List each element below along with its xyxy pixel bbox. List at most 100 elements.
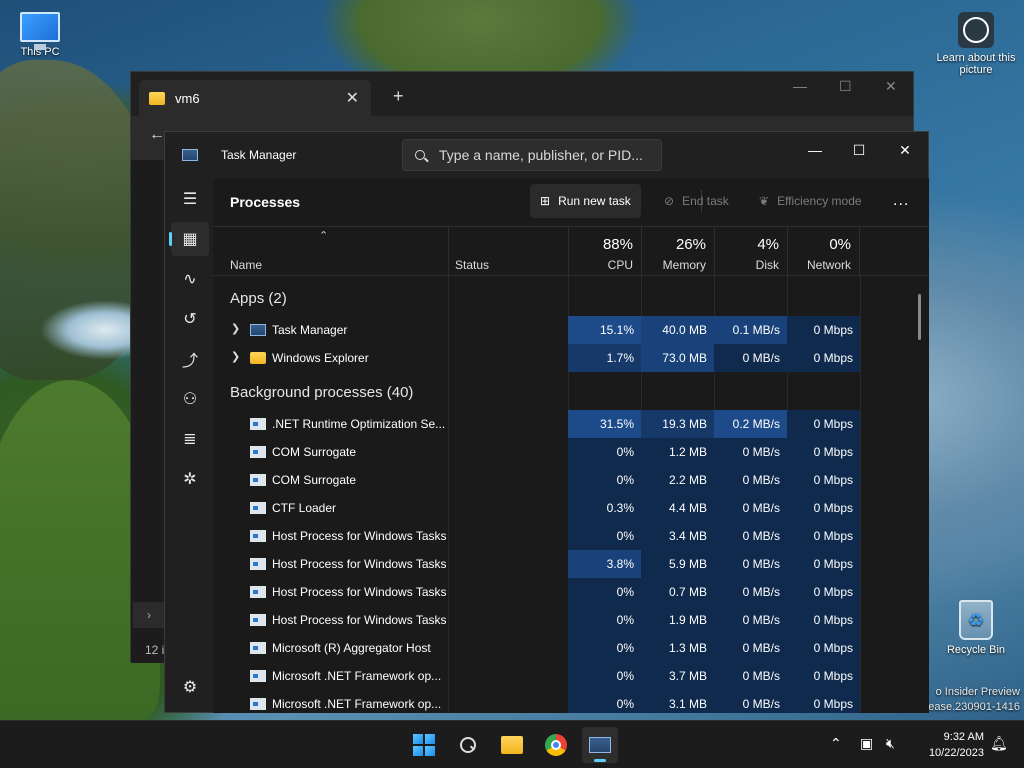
minimize-button[interactable]: — xyxy=(793,78,807,94)
cpu-cell: 15.1% xyxy=(568,316,641,344)
table-row[interactable]: Host Process for Windows Tasks 3.8% 5.9 … xyxy=(213,550,929,578)
chevron-right-icon[interactable]: › xyxy=(133,602,165,628)
cpu-cell: 0% xyxy=(568,690,641,713)
file-explorer-icon xyxy=(501,736,523,754)
search-box[interactable] xyxy=(402,139,662,171)
end-task-button[interactable]: ⊘ End task xyxy=(654,184,739,218)
network-cell: 0 Mbps xyxy=(787,662,860,690)
show-hidden-icons-chevron-icon[interactable]: ⌃ xyxy=(830,735,842,752)
navigation-rail: ☰ ▦ ∿ ↺ ⤴ ⚇ ≣ ✲ ⚙ xyxy=(165,178,213,713)
tab-vm6[interactable]: vm6 ✕ xyxy=(139,80,371,116)
settings-gear-icon[interactable]: ⚙ xyxy=(171,670,209,704)
memory-cell: 3.7 MB xyxy=(641,662,714,690)
table-row[interactable]: Microsoft .NET Framework op... 0% 3.1 MB… xyxy=(213,690,929,713)
volume-muted-icon[interactable]: 🔇︎ xyxy=(886,735,895,752)
network-icon[interactable]: ▣ xyxy=(860,735,873,752)
camera-info-icon xyxy=(958,12,994,48)
taskbar-file-explorer[interactable] xyxy=(494,727,530,763)
table-row[interactable]: Host Process for Windows Tasks 0% 0.7 MB… xyxy=(213,578,929,606)
services-icon[interactable]: ✲ xyxy=(171,462,209,496)
more-options-icon[interactable]: ... xyxy=(893,192,909,210)
search-icon xyxy=(460,737,476,753)
table-row[interactable]: CTF Loader 0.3% 4.4 MB 0 MB/s 0 Mbps xyxy=(213,494,929,522)
memory-cell: 1.9 MB xyxy=(641,606,714,634)
startup-apps-icon[interactable]: ⤴ xyxy=(171,342,209,376)
task-manager-icon xyxy=(182,149,198,161)
task-manager-window[interactable]: Task Manager — ☐ ✕ ☰ ▦ ∿ ↺ ⤴ ⚇ ≣ ✲ ⚙ Pro… xyxy=(164,131,929,713)
memory-cell: 1.3 MB xyxy=(641,634,714,662)
details-icon[interactable]: ≣ xyxy=(171,422,209,456)
network-cell: 0 Mbps xyxy=(787,578,860,606)
network-total: 0% xyxy=(829,236,851,253)
table-row[interactable]: COM Surrogate 0% 2.2 MB 0 MB/s 0 Mbps xyxy=(213,466,929,494)
users-icon[interactable]: ⚇ xyxy=(171,382,209,416)
desktop-icon-this-pc[interactable]: This PC xyxy=(2,12,78,58)
start-button[interactable] xyxy=(406,727,442,763)
close-button[interactable]: ✕ xyxy=(883,136,927,164)
column-status-label: Status xyxy=(455,258,490,272)
time: 9:32 AM xyxy=(943,731,984,743)
task-manager-icon xyxy=(250,324,266,336)
network-cell: 0 Mbps xyxy=(787,550,860,578)
process-icon xyxy=(250,642,266,654)
process-name: Host Process for Windows Tasks xyxy=(272,529,447,543)
network-cell: 0 Mbps xyxy=(787,344,860,372)
cpu-cell: 0% xyxy=(568,466,641,494)
maximize-button[interactable]: ☐ xyxy=(839,78,852,95)
back-arrow-icon[interactable]: ← xyxy=(149,126,165,144)
taskbar-task-manager[interactable] xyxy=(582,727,618,763)
navigation-pane xyxy=(131,160,165,663)
desktop-icon-learn-about-picture[interactable]: Learn about this picture xyxy=(936,12,1016,76)
table-row[interactable]: Host Process for Windows Tasks 0% 3.4 MB… xyxy=(213,522,929,550)
table-row[interactable]: Host Process for Windows Tasks 0% 1.9 MB… xyxy=(213,606,929,634)
tab-title: vm6 xyxy=(175,90,200,106)
close-button[interactable]: ✕ xyxy=(885,78,897,95)
performance-icon[interactable]: ∿ xyxy=(171,262,209,296)
process-icon xyxy=(250,530,266,542)
table-row[interactable]: .NET Runtime Optimization Se... 31.5% 19… xyxy=(213,410,929,438)
disk-cell: 0 MB/s xyxy=(714,662,787,690)
hamburger-menu-icon[interactable]: ☰ xyxy=(171,182,209,216)
expand-chevron-icon[interactable]: ❯ xyxy=(231,322,240,335)
minimize-button[interactable]: — xyxy=(793,136,837,164)
maximize-button[interactable]: ☐ xyxy=(837,136,881,164)
efficiency-mode-button[interactable]: ❦ Efficiency mode xyxy=(749,184,872,218)
table-row[interactable]: Microsoft .NET Framework op... 0% 3.7 MB… xyxy=(213,662,929,690)
run-new-task-button[interactable]: ⊞ Run new task xyxy=(530,184,641,218)
search-input[interactable] xyxy=(439,147,649,163)
process-icon xyxy=(250,698,266,710)
processes-icon[interactable]: ▦ xyxy=(169,222,209,256)
taskbar-chrome[interactable] xyxy=(538,727,574,763)
table-row[interactable]: COM Surrogate 0% 1.2 MB 0 MB/s 0 Mbps xyxy=(213,438,929,466)
column-disk[interactable]: 4% Disk xyxy=(714,227,787,277)
network-cell: 0 Mbps xyxy=(787,522,860,550)
cpu-cell: 0% xyxy=(568,606,641,634)
network-cell: 0 Mbps xyxy=(787,466,860,494)
process-name: Windows Explorer xyxy=(272,351,369,365)
column-network[interactable]: 0% Network xyxy=(787,227,860,277)
memory-cell: 3.4 MB xyxy=(641,522,714,550)
close-tab-icon[interactable]: ✕ xyxy=(346,88,359,108)
column-memory[interactable]: 26% Memory xyxy=(641,227,714,277)
column-name[interactable]: Name xyxy=(230,227,440,277)
taskbar: ⌃ ▣ 🔇︎ 9:32 AM 10/22/2023 🔔︎ xyxy=(0,720,1024,768)
column-status[interactable]: Status xyxy=(448,227,568,277)
memory-cell: 4.4 MB xyxy=(641,494,714,522)
disk-cell: 0 MB/s xyxy=(714,438,787,466)
column-cpu[interactable]: 88% CPU xyxy=(568,227,641,277)
page-header: Processes ⊞ Run new task ⊘ End task ❦ Ef… xyxy=(213,178,929,226)
app-history-icon[interactable]: ↺ xyxy=(171,302,209,336)
run-task-icon: ⊞ xyxy=(540,194,551,208)
process-name: Microsoft .NET Framework op... xyxy=(272,697,442,711)
taskbar-search-button[interactable] xyxy=(450,727,486,763)
new-tab-button[interactable]: + xyxy=(393,86,404,107)
disk-cell: 0 MB/s xyxy=(714,344,787,372)
clock[interactable]: 9:32 AM 10/22/2023 xyxy=(914,729,984,761)
expand-chevron-icon[interactable]: ❯ xyxy=(231,350,240,363)
table-row[interactable]: Microsoft (R) Aggregator Host 0% 1.3 MB … xyxy=(213,634,929,662)
memory-cell: 3.1 MB xyxy=(641,690,714,713)
table-row[interactable]: ❯ Windows Explorer 1.7% 73.0 MB 0 MB/s 0… xyxy=(213,344,929,372)
notification-bell-icon[interactable]: 🔔︎ xyxy=(990,735,1008,752)
desktop-icon-recycle-bin[interactable]: ♻ Recycle Bin xyxy=(936,600,1016,656)
table-row[interactable]: ❯ Task Manager 15.1% 40.0 MB 0.1 MB/s 0 … xyxy=(213,316,929,344)
